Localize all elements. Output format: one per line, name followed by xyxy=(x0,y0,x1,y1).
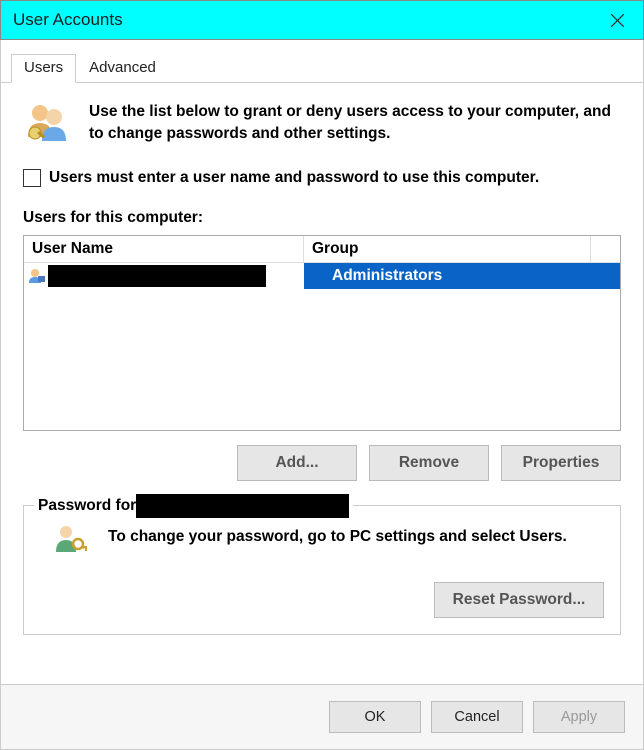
ok-button[interactable]: OK xyxy=(329,701,421,733)
intro-row: Use the list below to grant or deny user… xyxy=(23,99,621,147)
tab-users[interactable]: Users xyxy=(11,54,76,83)
list-header: User Name Group xyxy=(24,236,620,263)
remove-button[interactable]: Remove xyxy=(369,445,489,481)
require-password-row: Users must enter a user name and passwor… xyxy=(23,169,621,187)
password-message: To change your password, go to PC settin… xyxy=(108,524,567,546)
column-username[interactable]: User Name xyxy=(24,236,304,262)
key-icon xyxy=(52,524,88,556)
close-icon xyxy=(611,14,624,27)
tab-content: Use the list below to grant or deny user… xyxy=(1,83,643,684)
require-password-label[interactable]: Users must enter a user name and passwor… xyxy=(49,169,539,187)
title-bar: User Accounts xyxy=(0,0,644,40)
password-legend-prefix: Password for xyxy=(38,497,136,515)
list-buttons: Add... Remove Properties xyxy=(23,445,621,481)
list-row[interactable]: Administrators xyxy=(24,263,620,289)
reset-password-button[interactable]: Reset Password... xyxy=(434,582,604,618)
redacted-password-user xyxy=(136,494,349,518)
users-list[interactable]: User Name Group Administrators xyxy=(23,235,621,431)
add-button[interactable]: Add... xyxy=(237,445,357,481)
close-button[interactable] xyxy=(595,4,639,36)
apply-button[interactable]: Apply xyxy=(533,701,625,733)
users-icon xyxy=(23,99,71,147)
dialog-body: Users Advanced Use the list below to gra… xyxy=(0,40,644,750)
user-row-icon xyxy=(28,268,46,284)
column-spacer xyxy=(590,236,620,262)
cell-username xyxy=(24,265,304,287)
window-title: User Accounts xyxy=(13,10,595,30)
redacted-username xyxy=(48,265,266,287)
intro-text: Use the list below to grant or deny user… xyxy=(89,99,621,144)
password-legend: Password for xyxy=(34,494,353,518)
cell-group: Administrators xyxy=(304,263,620,289)
column-group[interactable]: Group xyxy=(304,236,590,262)
users-list-label: Users for this computer: xyxy=(23,209,621,227)
dialog-footer: OK Cancel Apply xyxy=(1,684,643,749)
require-password-checkbox[interactable] xyxy=(23,169,41,187)
tab-advanced[interactable]: Advanced xyxy=(76,54,169,82)
properties-button[interactable]: Properties xyxy=(501,445,621,481)
cancel-button[interactable]: Cancel xyxy=(431,701,523,733)
password-fieldset: Password for To change your password, go… xyxy=(23,505,621,635)
tab-strip: Users Advanced xyxy=(1,40,643,83)
